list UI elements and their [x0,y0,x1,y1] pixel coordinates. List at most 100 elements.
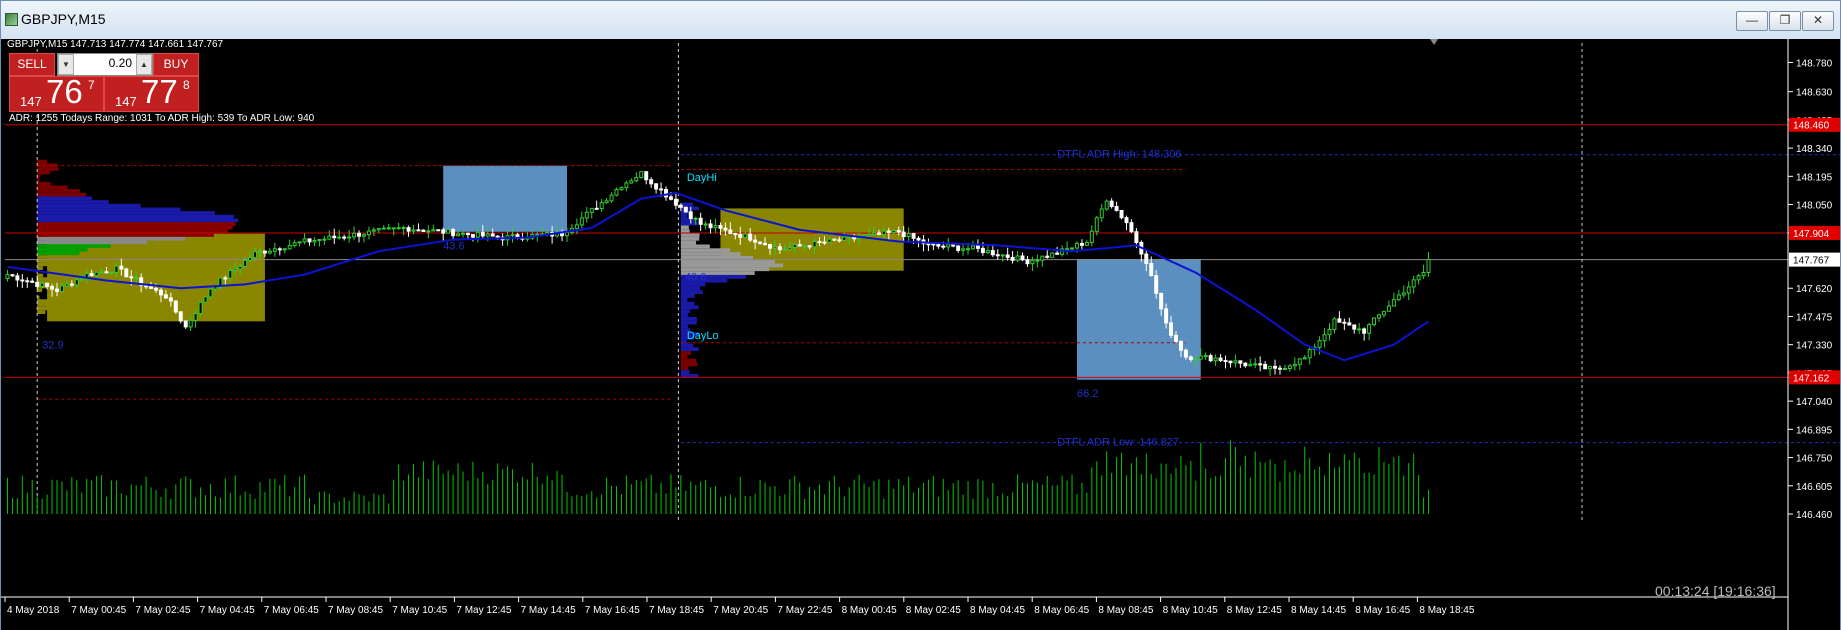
minimize-button[interactable]: — [1736,11,1768,31]
close-button[interactable]: ✕ [1802,11,1834,31]
candle-body [609,194,614,202]
candle-body [1188,356,1193,360]
candle-body [1228,360,1233,364]
candle-body [1357,328,1362,331]
profile-2-bar [680,309,691,314]
london-range-box-1 [443,165,567,232]
candle-body [827,238,832,243]
candle-body [1045,255,1050,258]
candle-body [5,274,10,280]
candle-body [1079,242,1084,246]
chart-area[interactable]: 148.780148.630148.485148.340148.195148.0… [1,39,1840,630]
buy-price-button[interactable]: 147 77 8 [104,73,199,112]
box-label: 43.6 [443,240,464,252]
candle-body [1263,363,1268,370]
profile-1-bar [37,273,44,278]
candle-body [876,232,881,235]
candle-body [1332,318,1337,330]
candle-body [1243,362,1248,367]
candle-body [347,236,352,239]
candle-body [698,217,703,225]
candle-body [604,200,609,204]
candle-body [1297,358,1302,365]
sell-price-fraction: 7 [88,78,95,92]
profile-2-bar [680,263,784,268]
profile-1-bar [37,167,59,171]
profile-2-bar [680,221,698,226]
candle-body [114,265,119,273]
candle-body [634,177,639,182]
price-tick-label: 146.895 [1796,425,1833,436]
volume-histogram [6,440,1430,514]
candle-body [1253,363,1258,366]
candle-body [267,250,272,254]
price-chart[interactable]: 148.780148.630148.485148.340148.195148.0… [1,39,1840,630]
title-bar[interactable]: GBPJPY,M15 — ❐ ✕ [1,1,1840,39]
sell-price-button[interactable]: 147 76 7 [9,73,104,112]
candle-body [926,243,931,246]
candle-body [1070,247,1075,250]
adr-low-label: DTFL ADR Low: 146.827 [1057,437,1179,449]
candle-body [1381,310,1386,316]
candle-body [361,234,366,237]
time-tick-label: 8 May 10:45 [1163,605,1218,616]
candle-body [792,244,797,249]
lot-increase-arrow-icon[interactable]: ▲ [136,54,152,75]
lot-decrease-arrow-icon[interactable]: ▼ [58,54,74,75]
candle-body [104,271,109,274]
candle-body [763,242,768,246]
time-tick-label: 7 May 04:45 [200,605,255,616]
candle-body [129,276,134,279]
candle-body [906,233,911,238]
candle-body [871,232,876,235]
candle-body [1223,360,1228,363]
candle-body [817,241,822,244]
lot-size-value[interactable]: 0.20 [74,56,132,70]
price-tick-label: 148.195 [1796,172,1833,183]
profile-1-bar [37,225,233,230]
time-tick-label: 7 May 06:45 [264,605,319,616]
profile-2-bar [680,354,688,359]
profile-2-bar [680,305,699,310]
time-tick-label: 7 May 20:45 [713,605,768,616]
candle-body [223,277,228,280]
candle-body [55,288,59,292]
candle-body [951,244,956,247]
candle-body [366,230,371,236]
candle-body [867,233,872,237]
candle-body [896,230,901,233]
candle-body [1015,255,1020,261]
candle-body [59,285,64,292]
candle-body [1174,334,1178,342]
price-tick-label: 146.605 [1796,482,1833,493]
candle-body [15,275,20,281]
candle-body [1089,230,1094,243]
candle-body [624,182,629,189]
time-tick-label: 8 May 06:45 [1034,605,1089,616]
profile-1-bar [37,255,78,259]
candle-body [495,235,500,238]
candle-body [1040,255,1045,261]
time-tick-label: 8 May 08:45 [1098,605,1153,616]
candle-body [282,248,287,251]
london-range-box-2 [1076,259,1201,380]
candle-body [1367,324,1372,334]
candle-body [1233,360,1238,364]
candle-body [64,283,69,287]
candle-body [772,246,777,249]
candle-body [470,234,475,238]
profile-1-bar [37,299,51,303]
candle-body [406,227,411,232]
candle-body [1317,340,1322,348]
candle-body [1025,259,1030,265]
candle-body [287,245,292,250]
candle-body [832,238,837,241]
candle-body [1238,360,1243,364]
candle-body [258,250,262,253]
candle-body [332,235,337,239]
profile-1-bar [37,236,186,241]
restore-button[interactable]: ❐ [1769,11,1801,31]
candle-body [436,229,441,232]
day-low-label: DayLo [687,330,719,342]
candle-body [1292,363,1297,367]
